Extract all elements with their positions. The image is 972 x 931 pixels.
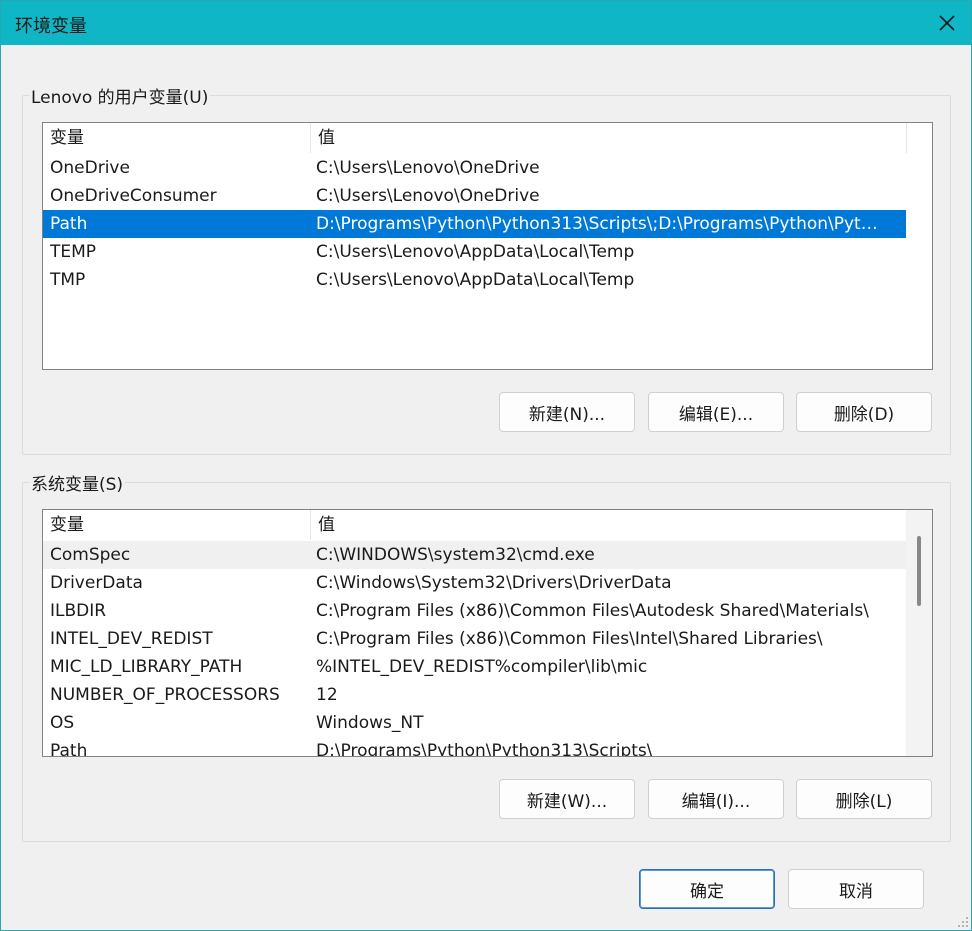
variable-value: C:\Users\Lenovo\AppData\Local\Temp [316,242,635,262]
user-edit-button[interactable]: 编辑(E)... [648,392,784,432]
variable-name: Path [50,741,88,757]
system-variables-scrollbar[interactable] [906,510,932,756]
variable-name: Path [50,214,88,234]
system-variables-legend: 系统变量(S) [29,470,126,495]
title-bar[interactable]: 环境变量 [1,1,971,45]
variable-name: INTEL_DEV_REDIST [50,629,213,649]
table-row[interactable]: OneDrive C:\Users\Lenovo\OneDrive [43,154,906,182]
variable-value: D:\Programs\Python\Python313\Scripts\ [316,741,653,757]
table-row[interactable]: TMP C:\Users\Lenovo\AppData\Local\Temp [43,266,906,294]
table-row[interactable]: OneDriveConsumer C:\Users\Lenovo\OneDrive [43,182,906,210]
scrollbar-thumb[interactable] [917,536,921,606]
variable-value: C:\Users\Lenovo\AppData\Local\Temp [316,270,635,290]
environment-variables-dialog: 环境变量 Lenovo 的用户变量(U) 变量 值 OneDrive C:\Use… [0,0,972,931]
close-icon [939,15,955,31]
variable-name: DriverData [50,573,143,593]
variable-name: TMP [50,270,86,290]
close-button[interactable] [923,1,971,45]
variable-name: ComSpec [50,545,131,565]
column-header-variable[interactable]: 变量 [43,123,311,153]
table-row[interactable]: INTEL_DEV_REDIST C:\Program Files (x86)\C… [43,625,906,653]
user-variables-legend: Lenovo 的用户变量(U) [29,83,211,108]
variable-value: C:\Program Files (x86)\Common Files\Auto… [316,601,869,621]
table-row[interactable]: ILBDIR C:\Program Files (x86)\Common File… [43,597,906,625]
variable-value: C:\Windows\System32\Drivers\DriverData [316,573,672,593]
user-variables-list[interactable]: 变量 值 OneDrive C:\Users\Lenovo\OneDrive One… [42,122,933,370]
system-variables-list[interactable]: 变量 值 ComSpec C:\WINDOWS\system32\cmd.exe D… [42,509,933,757]
table-row[interactable]: TEMP C:\Users\Lenovo\AppData\Local\Temp [43,238,906,266]
variable-value: %INTEL_DEV_REDIST%compiler\lib\mic [316,657,648,677]
system-delete-button[interactable]: 删除(L) [796,779,932,819]
cancel-button[interactable]: 取消 [788,869,924,909]
variable-name: OneDrive [50,158,130,178]
ok-button[interactable]: 确定 [639,869,775,909]
user-delete-button[interactable]: 删除(D) [796,392,932,432]
window-title: 环境变量 [15,16,87,37]
table-row[interactable]: OS Windows_NT [43,709,906,737]
variable-name: ILBDIR [50,601,107,621]
table-row[interactable]: Path D:\Programs\Python\Python313\Scripts… [43,210,906,238]
variable-value: D:\Programs\Python\Python313\Scripts\;D:… [316,214,878,234]
variable-value: C:\WINDOWS\system32\cmd.exe [316,545,595,565]
variable-value: 12 [316,685,338,705]
table-row[interactable]: NUMBER_OF_PROCESSORS 12 [43,681,906,709]
column-header-value[interactable]: 值 [311,510,907,540]
variable-value: C:\Users\Lenovo\OneDrive [316,158,540,178]
variable-value: C:\Program Files (x86)\Common Files\Inte… [316,629,823,649]
user-new-button[interactable]: 新建(N)... [499,392,635,432]
table-row[interactable]: Path D:\Programs\Python\Python313\Scripts… [43,737,906,757]
variable-value: Windows_NT [316,713,424,733]
table-row[interactable]: DriverData C:\Windows\System32\Drivers\Dr… [43,569,906,597]
variable-name: MIC_LD_LIBRARY_PATH [50,657,243,677]
system-new-button[interactable]: 新建(W)... [499,779,635,819]
variable-name: TEMP [50,242,97,262]
resize-grip-icon[interactable] [957,916,969,928]
table-row[interactable]: MIC_LD_LIBRARY_PATH %INTEL_DEV_REDIST%com… [43,653,906,681]
column-header-variable[interactable]: 变量 [43,510,311,540]
user-variables-header: 变量 值 [43,123,907,153]
column-header-value[interactable]: 值 [311,123,907,153]
table-row[interactable]: ComSpec C:\WINDOWS\system32\cmd.exe [43,541,906,569]
variable-value: C:\Users\Lenovo\OneDrive [316,186,540,206]
variable-name: OneDriveConsumer [50,186,217,206]
variable-name: NUMBER_OF_PROCESSORS [50,685,280,705]
system-variables-header: 变量 值 [43,510,907,540]
variable-name: OS [50,713,75,733]
system-edit-button[interactable]: 编辑(I)... [648,779,784,819]
